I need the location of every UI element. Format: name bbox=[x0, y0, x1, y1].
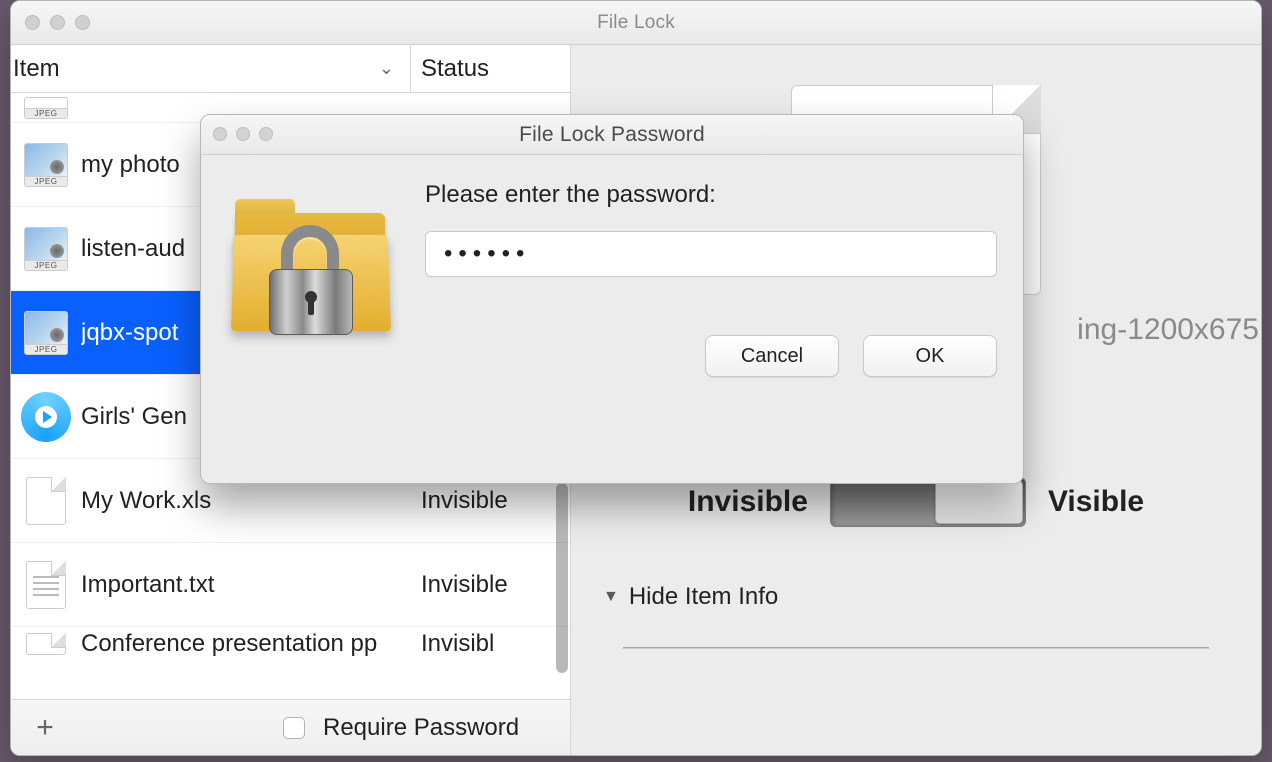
item-status: Invisible bbox=[411, 571, 570, 599]
item-status: Invisible bbox=[411, 487, 570, 515]
jpeg-thumbnail-icon: JPEG bbox=[24, 227, 68, 271]
hide-item-info-disclosure[interactable]: ▼ Hide Item Info bbox=[603, 583, 1229, 611]
scrollbar-thumb[interactable] bbox=[556, 483, 568, 673]
list-item[interactable]: Conference presentation pp Invisibl bbox=[11, 627, 570, 661]
main-titlebar[interactable]: File Lock bbox=[11, 1, 1261, 45]
ok-button[interactable]: OK bbox=[863, 335, 997, 377]
list-item[interactable]: Important.txt Invisible bbox=[11, 543, 570, 627]
column-header-item[interactable]: Item ⌄ bbox=[11, 45, 411, 92]
column-header-item-label: Item bbox=[13, 55, 60, 83]
item-name: Conference presentation pp bbox=[81, 630, 411, 658]
column-header-status[interactable]: Status bbox=[411, 45, 570, 92]
audio-icon bbox=[21, 392, 71, 442]
document-icon bbox=[26, 477, 66, 525]
disclosure-label: Hide Item Info bbox=[629, 583, 778, 611]
window-title: File Lock bbox=[597, 12, 675, 34]
column-header-status-label: Status bbox=[421, 55, 489, 83]
dialog-traffic-lights bbox=[213, 127, 273, 141]
dialog-minimize-button[interactable] bbox=[236, 127, 250, 141]
jpeg-thumbnail-icon: JPEG bbox=[24, 143, 68, 187]
lock-folder-icon bbox=[227, 191, 397, 351]
add-button[interactable]: + bbox=[25, 711, 65, 745]
padlock-icon bbox=[269, 225, 353, 333]
toggle-knob bbox=[935, 480, 1023, 524]
dialog-close-button[interactable] bbox=[213, 127, 227, 141]
column-header-row: Item ⌄ Status bbox=[11, 45, 570, 93]
item-status: Invisibl bbox=[411, 630, 570, 658]
password-input[interactable] bbox=[425, 231, 997, 277]
item-name: My Work.xls bbox=[81, 487, 411, 515]
preview-filename: ing-1200x675 bbox=[1077, 313, 1259, 347]
jpeg-thumbnail-icon: JPEG bbox=[24, 97, 68, 119]
dialog-title: File Lock Password bbox=[519, 123, 705, 147]
disclosure-triangle-icon: ▼ bbox=[603, 588, 619, 606]
password-prompt: Please enter the password: bbox=[425, 181, 997, 209]
dialog-titlebar[interactable]: File Lock Password bbox=[201, 115, 1023, 155]
invisible-label: Invisible bbox=[688, 485, 808, 519]
dialog-zoom-button[interactable] bbox=[259, 127, 273, 141]
password-dialog: File Lock Password Please enter the pass… bbox=[200, 114, 1024, 484]
cancel-button[interactable]: Cancel bbox=[705, 335, 839, 377]
traffic-lights bbox=[25, 15, 90, 30]
document-icon bbox=[26, 633, 66, 655]
minimize-window-button[interactable] bbox=[50, 15, 65, 30]
text-document-icon bbox=[26, 561, 66, 609]
bottom-toolbar: + Require Password bbox=[11, 699, 570, 755]
close-window-button[interactable] bbox=[25, 15, 40, 30]
section-divider bbox=[623, 647, 1209, 649]
visibility-toggle[interactable] bbox=[830, 477, 1026, 527]
require-password-label: Require Password bbox=[323, 714, 519, 742]
visibility-toggle-row: Invisible Visible bbox=[603, 477, 1229, 527]
visible-label: Visible bbox=[1048, 485, 1144, 519]
item-name: Important.txt bbox=[81, 571, 411, 599]
require-password-checkbox[interactable] bbox=[283, 717, 305, 739]
zoom-window-button[interactable] bbox=[75, 15, 90, 30]
jpeg-thumbnail-icon: JPEG bbox=[24, 311, 68, 355]
chevron-down-icon: ⌄ bbox=[379, 58, 406, 79]
